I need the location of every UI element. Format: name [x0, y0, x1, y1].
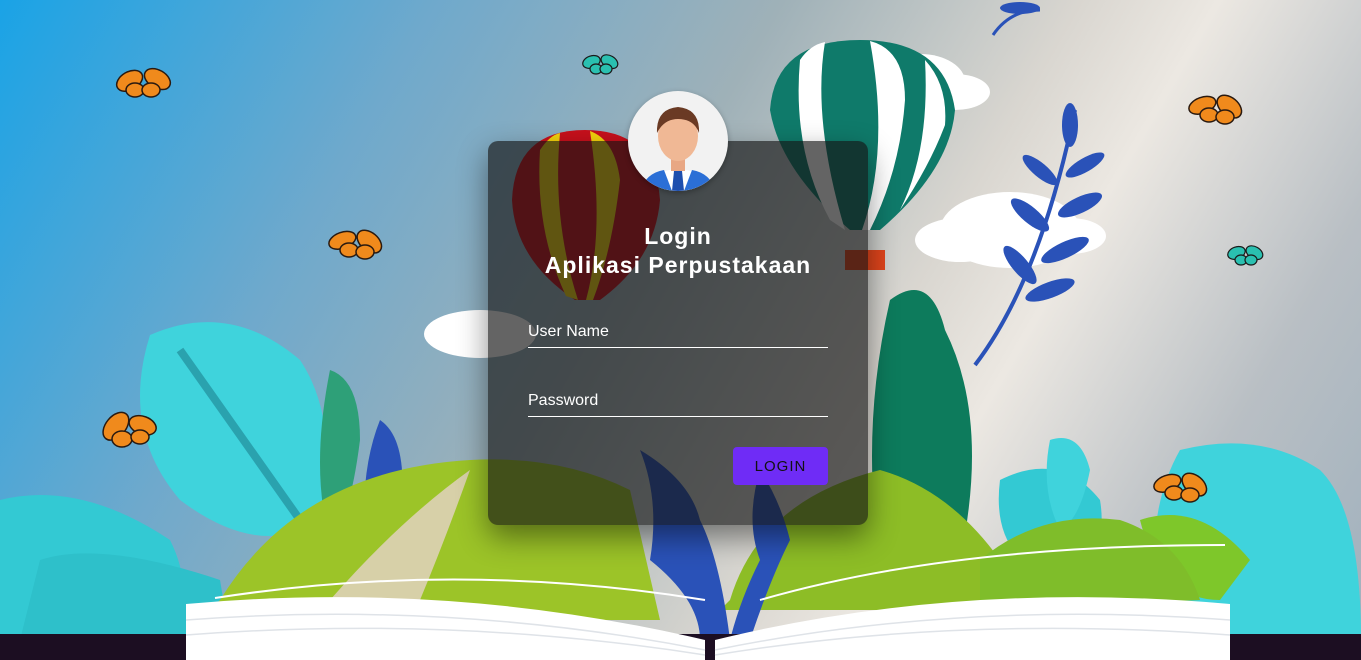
login-title: Login: [644, 223, 712, 249]
password-input[interactable]: [528, 386, 832, 418]
leaf-icon: [973, 2, 1105, 367]
username-field[interactable]: User Name: [528, 317, 832, 349]
user-avatar-icon: [628, 91, 728, 191]
password-field[interactable]: Password: [528, 386, 832, 418]
app-title: Aplikasi Perpustakaan: [544, 252, 812, 278]
login-button[interactable]: LOGIN: [733, 447, 828, 485]
username-input[interactable]: [528, 317, 832, 349]
